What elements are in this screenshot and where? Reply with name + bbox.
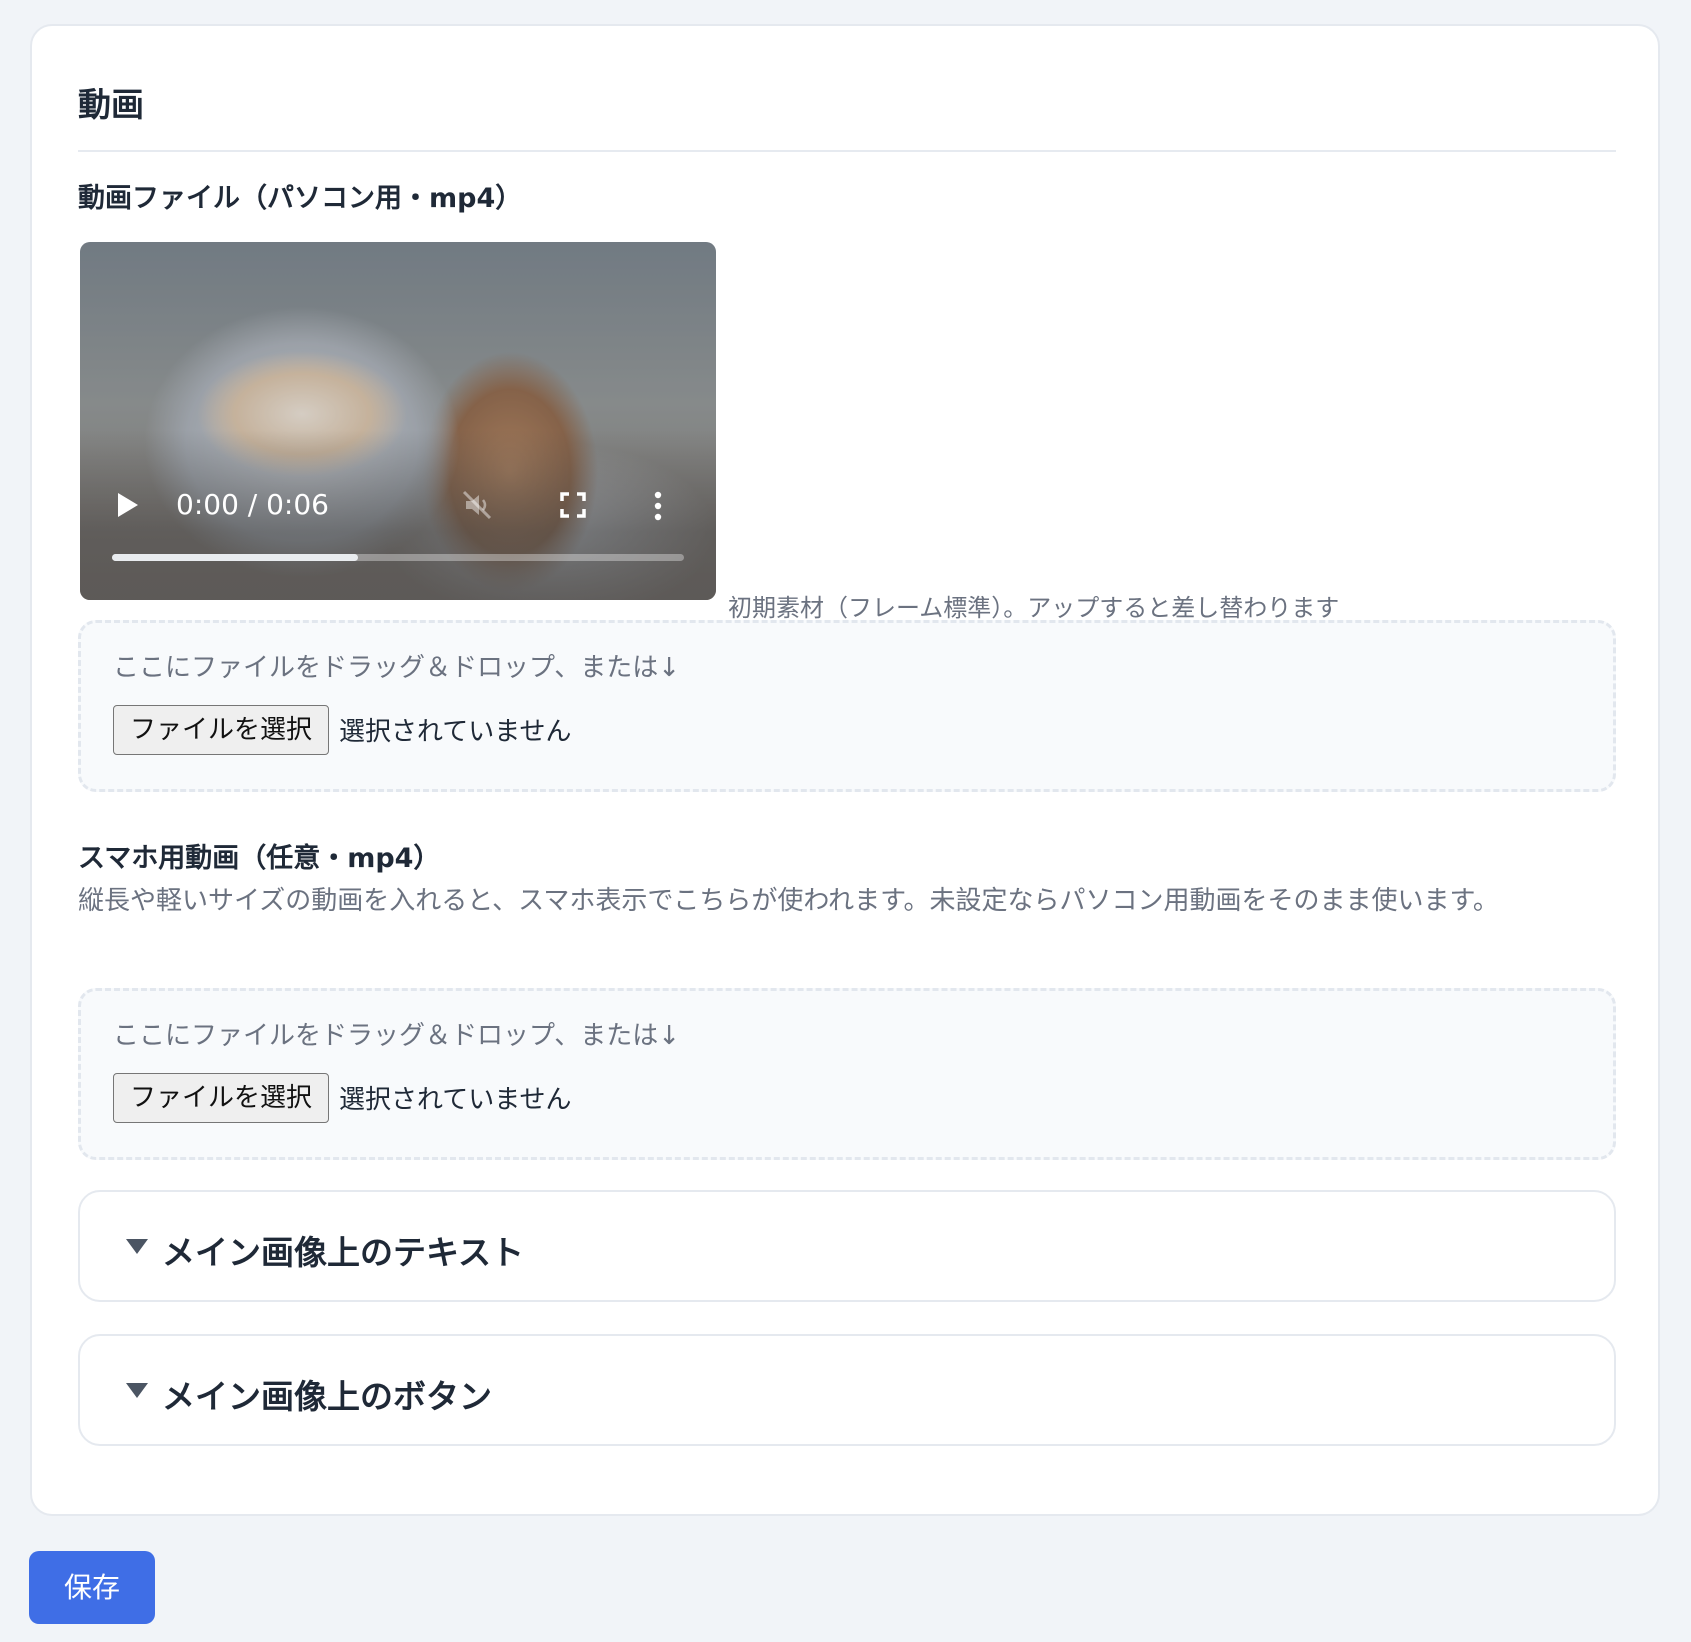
choose-file-button[interactable]: ファイルを選択 <box>113 1073 329 1123</box>
video-caption: 初期素材（フレーム標準）。アップすると差し替わります <box>728 594 1340 622</box>
more-options-icon[interactable] <box>652 490 664 522</box>
section-title: 動画 <box>78 85 144 124</box>
accordion-main-image-button[interactable]: メイン画像上のボタン <box>78 1334 1616 1446</box>
video-time: 0:00 / 0:06 <box>176 488 329 521</box>
settings-card: 動画 動画ファイル（パソコン用・mp4） 0:00 / 0:06 初期素材（フレ… <box>30 24 1660 1516</box>
video-progress-bar[interactable] <box>112 554 684 561</box>
file-status: 選択されていません <box>339 1085 572 1115</box>
save-button[interactable]: 保存 <box>29 1551 155 1624</box>
choose-file-button[interactable]: ファイルを選択 <box>113 705 329 755</box>
file-status: 選択されていません <box>339 717 572 747</box>
accordion-title: メイン画像上のテキスト <box>162 1233 525 1272</box>
video-progress-fill <box>112 554 358 561</box>
mute-icon[interactable] <box>460 488 494 522</box>
accordion-main-image-text[interactable]: メイン画像上のテキスト <box>78 1190 1616 1302</box>
sp-video-help: 縦長や軽いサイズの動画を入れると、スマホ表示でこちらが使われます。未設定ならパソ… <box>78 886 1499 916</box>
triangle-down-icon <box>126 1383 148 1398</box>
dropzone-hint: ここにファイルをドラッグ＆ドロップ、または↓ <box>113 1021 681 1051</box>
video-player[interactable]: 0:00 / 0:06 <box>80 242 716 600</box>
accordion-title: メイン画像上のボタン <box>162 1377 492 1416</box>
pc-video-label: 動画ファイル（パソコン用・mp4） <box>78 183 523 214</box>
sp-video-label: スマホ用動画（任意・mp4） <box>78 843 441 874</box>
sp-video-dropzone[interactable]: ここにファイルをドラッグ＆ドロップ、または↓ ファイルを選択 選択されていません <box>78 988 1616 1160</box>
fullscreen-icon[interactable] <box>558 490 588 520</box>
dropzone-hint: ここにファイルをドラッグ＆ドロップ、または↓ <box>113 653 681 683</box>
pc-video-dropzone[interactable]: ここにファイルをドラッグ＆ドロップ、または↓ ファイルを選択 選択されていません <box>78 620 1616 792</box>
triangle-down-icon <box>126 1239 148 1254</box>
section-divider <box>78 150 1616 152</box>
play-icon[interactable] <box>118 493 138 517</box>
